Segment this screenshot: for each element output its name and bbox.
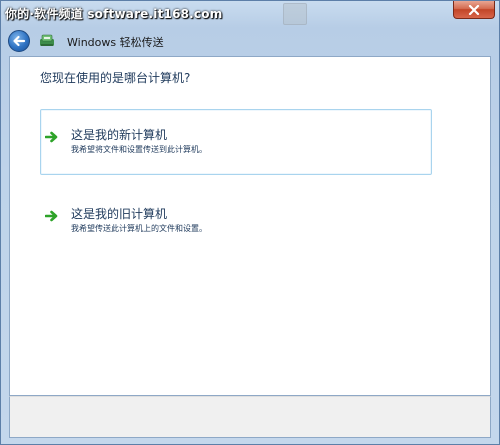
green-arrow-icon	[45, 131, 58, 143]
option-title: 这是我的新计算机	[71, 128, 168, 142]
title-bar[interactable]: 你的·软件频道 software.it168.com	[1, 1, 499, 27]
windows-easy-transfer-icon	[40, 34, 54, 46]
green-arrow-icon	[45, 210, 58, 222]
option-old-computer[interactable]: 这是我的旧计算机 我希望传送此计算机上的文件和设置。	[40, 188, 432, 254]
close-button[interactable]	[453, 1, 495, 19]
main-content: 您现在使用的是哪台计算机? 这是我的新计算机 我希望将文件和设置传送到此计算机。…	[9, 56, 491, 396]
option-new-computer[interactable]: 这是我的新计算机 我希望将文件和设置传送到此计算机。	[40, 109, 432, 175]
back-button[interactable]	[8, 30, 30, 52]
option-description: 我希望将文件和设置传送到此计算机。	[71, 145, 207, 154]
app-title: Windows 轻松传送	[67, 36, 164, 49]
back-arrow-icon	[13, 35, 26, 47]
footer-bar	[9, 396, 491, 438]
option-title: 这是我的旧计算机	[71, 207, 168, 221]
easy-transfer-window: 你的·软件频道 software.it168.com Windows 轻松传送 …	[0, 0, 500, 445]
option-description: 我希望传送此计算机上的文件和设置。	[71, 224, 207, 233]
titlebar-ghost-tile	[283, 3, 307, 25]
close-icon	[468, 4, 480, 15]
navigation-bar: Windows 轻松传送	[1, 27, 499, 55]
watermark-text: 你的·软件频道 software.it168.com	[5, 7, 223, 21]
page-question: 您现在使用的是哪台计算机?	[40, 71, 191, 85]
